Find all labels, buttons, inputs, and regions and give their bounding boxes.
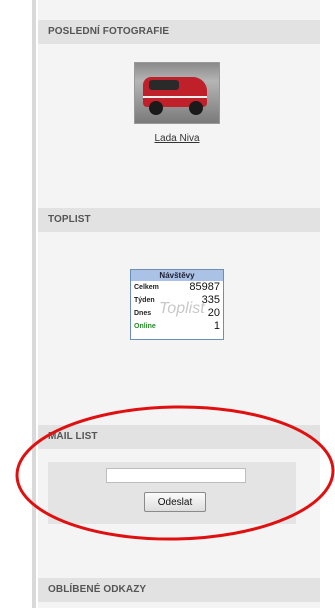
send-button[interactable]: Odeslat xyxy=(144,492,206,512)
section-header-toplist: TOPLIST xyxy=(38,208,320,232)
counter-row-week: Týden 335 xyxy=(131,294,223,307)
counter-label: Online xyxy=(134,323,156,330)
counter-row-online: Online 1 xyxy=(131,320,223,333)
left-border xyxy=(32,0,36,608)
photo-caption-link[interactable]: Lada Niva xyxy=(130,133,224,144)
counter-value: 20 xyxy=(207,307,220,319)
counter-label: Celkem xyxy=(134,284,159,291)
section-header-recent-photos: POSLEDNÍ FOTOGRAFIE xyxy=(38,20,320,44)
counter-value: 85987 xyxy=(189,281,220,293)
car-wheel xyxy=(149,101,163,115)
counter-label: Dnes xyxy=(134,310,152,317)
counter-row-today: Dnes 20 xyxy=(131,307,223,320)
section-header-mail-list: MAIL LIST xyxy=(38,425,320,449)
car-wheel xyxy=(189,101,203,115)
counter-title: Návštěvy xyxy=(131,270,223,281)
toplist-counter-badge[interactable]: Návštěvy Celkem 85987 Týden 335 Dnes 20 … xyxy=(130,269,224,340)
counter-value: 1 xyxy=(213,320,220,332)
counter-label: Týden xyxy=(134,297,155,304)
counter-row-total: Celkem 85987 xyxy=(131,281,223,294)
counter-value: 335 xyxy=(201,294,220,306)
car-stripe xyxy=(143,96,207,98)
email-input[interactable] xyxy=(106,468,246,483)
section-header-favorite-links: OBLÍBENÉ ODKAZY xyxy=(38,578,320,602)
car-window xyxy=(149,80,179,90)
photo-thumbnail[interactable] xyxy=(134,62,220,124)
